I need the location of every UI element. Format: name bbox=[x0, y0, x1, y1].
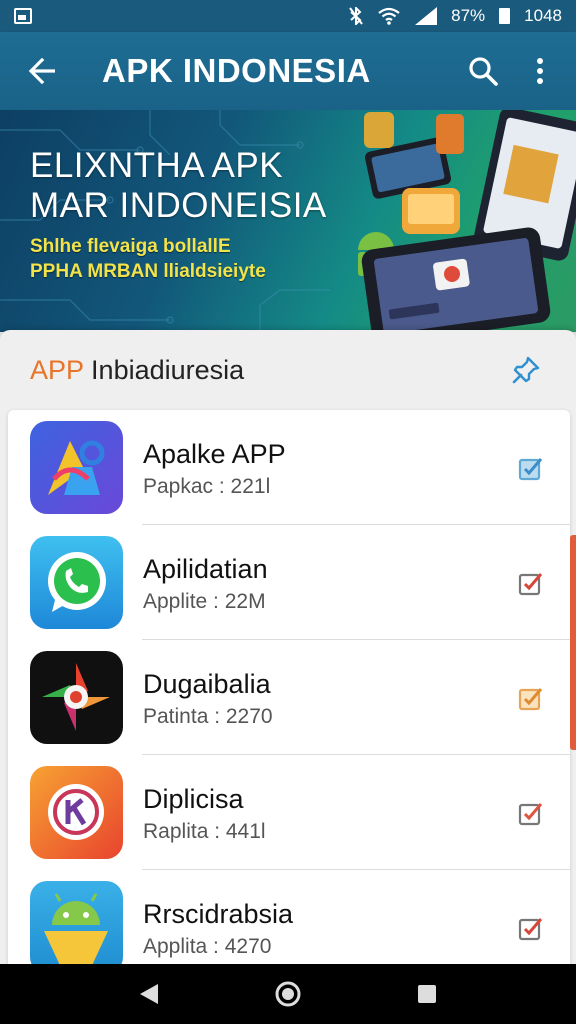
banner-subtitle-line2: PPHA MRBAN llialdsieiyte bbox=[30, 261, 266, 282]
more-vert-icon bbox=[537, 58, 543, 84]
app-meta: Papkac : 221l bbox=[143, 474, 271, 498]
app-name: Rrscidrabsia bbox=[143, 898, 294, 929]
app-screen: 87% 1048 APK INDONESIA ELIXNTHA APK MAR bbox=[0, 0, 576, 1024]
gallery-notification-icon bbox=[14, 8, 32, 24]
checkbox-icon[interactable] bbox=[518, 685, 544, 711]
app-name: Apalke APP bbox=[143, 438, 286, 469]
section-title-accent: APP bbox=[30, 354, 84, 385]
app-name: Dugaibalia bbox=[143, 668, 271, 699]
nav-recents-button[interactable] bbox=[397, 964, 457, 1024]
nav-recents-icon bbox=[417, 985, 436, 1003]
banner-headline: ELIXNTHA APK MAR INDONEISIA bbox=[30, 146, 327, 226]
banner-headline-line1: ELIXNTHA APK bbox=[30, 146, 284, 185]
banner-subtitle: Shlhe flevaiga bollallE PPHA MRBAN llial… bbox=[30, 234, 266, 284]
app-meta: Applite : 22M bbox=[143, 589, 266, 613]
app-name: Diplicisa bbox=[143, 783, 244, 814]
app-meta: Raplita : 441l bbox=[143, 819, 266, 843]
section-header: APP Inbiadiuresia bbox=[0, 330, 576, 410]
app-bar: APK INDONESIA bbox=[0, 32, 576, 110]
list-item-text: Apilidatian Applite : 22M bbox=[123, 552, 518, 614]
list-item[interactable]: Apilidatian Applite : 22M bbox=[8, 525, 570, 640]
banner-subtitle-line1: Shlhe flevaiga bollallE bbox=[30, 236, 231, 257]
list-item-text: Diplicisa Raplita : 441l bbox=[123, 782, 518, 844]
android-app-icon bbox=[30, 881, 123, 974]
app-name: Apilidatian bbox=[143, 553, 268, 584]
list-item-text: Rrscidrabsia Applita : 4270 bbox=[123, 897, 518, 959]
checkbox-icon[interactable] bbox=[518, 455, 544, 481]
list-item-text: Dugaibalia Patinta : 2270 bbox=[123, 667, 518, 729]
devices-illustration bbox=[358, 110, 576, 332]
banner-headline-line2: MAR INDONEISIA bbox=[30, 186, 327, 225]
checkbox-icon[interactable] bbox=[518, 800, 544, 826]
battery-percent: 87% bbox=[451, 6, 486, 25]
back-button[interactable] bbox=[0, 32, 84, 110]
system-nav-bar bbox=[0, 964, 576, 1024]
app-meta: Patinta : 2270 bbox=[143, 704, 273, 728]
app-meta: Applita : 4270 bbox=[143, 934, 272, 958]
app-title: APK INDONESIA bbox=[102, 52, 371, 89]
app-list-section: APP Inbiadiuresia Apalke APP Papkac: 22… bbox=[0, 330, 576, 1010]
pin-icon bbox=[512, 356, 540, 384]
section-title: APP Inbiadiuresia bbox=[30, 355, 506, 386]
nav-back-icon bbox=[140, 984, 159, 1004]
nav-home-icon bbox=[275, 981, 301, 1007]
list-item[interactable]: Apalke APP Papkac : 221l bbox=[8, 410, 570, 525]
search-icon bbox=[469, 57, 498, 86]
nav-back-button[interactable] bbox=[119, 964, 179, 1024]
signal-icon bbox=[415, 7, 438, 25]
clock: 1048 bbox=[524, 6, 562, 25]
more-options-button[interactable] bbox=[514, 32, 566, 110]
pinwheel-app-icon bbox=[30, 651, 123, 744]
list-item[interactable]: Diplicisa Raplita : 441l bbox=[8, 755, 570, 870]
nav-home-button[interactable] bbox=[258, 964, 318, 1024]
list-item[interactable]: Dugaibalia Patinta : 2270 bbox=[8, 640, 570, 755]
whatsapp-icon bbox=[30, 536, 123, 629]
checkbox-icon[interactable] bbox=[518, 570, 544, 596]
scroll-indicator[interactable] bbox=[570, 535, 576, 750]
pin-button[interactable] bbox=[506, 350, 546, 390]
list-item-text: Apalke APP Papkac : 221l bbox=[123, 437, 518, 499]
app-list: Apalke APP Papkac : 221l Apilidatian App… bbox=[8, 410, 570, 1010]
back-arrow-icon bbox=[28, 58, 55, 84]
shapes-app-icon bbox=[30, 421, 123, 514]
checkbox-icon[interactable] bbox=[518, 915, 544, 941]
status-bar: 87% 1048 bbox=[0, 0, 576, 32]
bluetooth-off-icon bbox=[349, 7, 363, 25]
wifi-icon bbox=[378, 7, 400, 25]
battery-icon bbox=[499, 8, 511, 24]
promo-banner[interactable]: ELIXNTHA APK MAR INDONEISIA Shlhe flevai… bbox=[0, 110, 576, 332]
section-title-rest: Inbiadiuresia bbox=[83, 354, 245, 385]
search-button[interactable] bbox=[452, 32, 514, 110]
circle-k-app-icon bbox=[30, 766, 123, 859]
